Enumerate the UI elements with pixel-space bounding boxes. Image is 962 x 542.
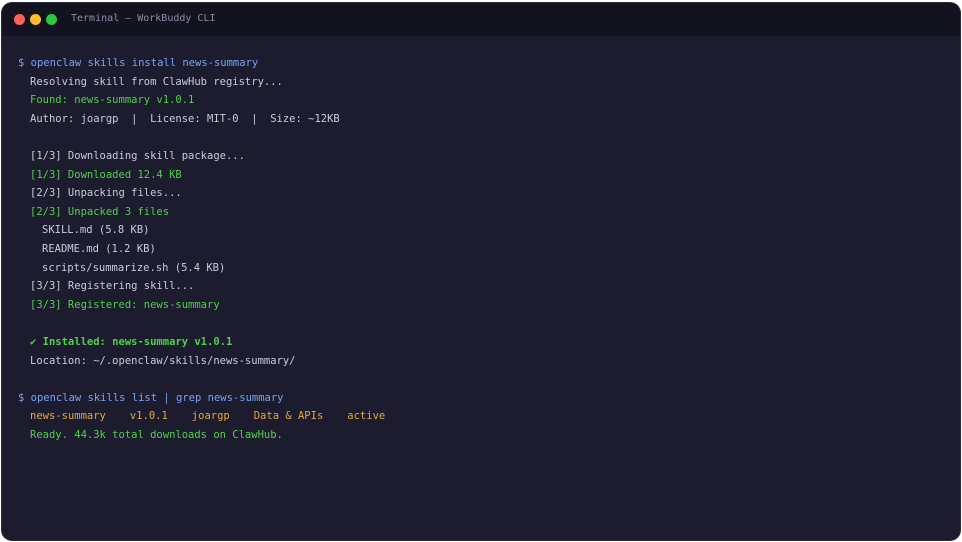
output-line: [1/3] Downloaded 12.4 KB (30, 168, 182, 181)
maximize-window-button[interactable] (46, 14, 57, 25)
file-entry: SKILL.md (5.8 KB) (42, 224, 150, 237)
skill-category: Data & APIs (253, 410, 324, 423)
skill-list-row: news-summary v1.0.1 joargp Data & APIs a… (18, 407, 950, 426)
file-entry: README.md (1.2 KB) (42, 242, 156, 255)
output-line: Location: ~/.openclaw/skills/news-summar… (30, 354, 296, 367)
minimize-window-button[interactable] (30, 14, 41, 25)
install-success-line: ✔ Installed: news-summary v1.0.1 (30, 335, 233, 348)
skill-version: v1.0.1 (129, 410, 168, 423)
output-line: [2/3] Unpacked 3 files (30, 205, 170, 218)
skill-author: joargp (191, 410, 230, 423)
output-line: [3/3] Registered: news-summary (30, 298, 220, 311)
window-title: Terminal — WorkBuddy CLI (71, 13, 216, 24)
file-entry: scripts/summarize.sh (5.4 KB) (42, 261, 226, 274)
skill-name: news-summary (30, 410, 106, 423)
close-window-button[interactable] (14, 14, 25, 25)
output-line: [1/3] Downloading skill package... (30, 149, 245, 162)
output-line: Found: news-summary v1.0.1 (30, 94, 195, 107)
output-line: [2/3] Unpacking files... (30, 187, 182, 200)
skill-status: active (347, 410, 386, 423)
command-line: $ openclaw skills install news-summary (18, 57, 259, 69)
title-bar: Terminal — WorkBuddy CLI (2, 3, 960, 36)
terminal-output[interactable]: $ openclaw skills install news-summary R… (18, 54, 950, 444)
command-line: $ openclaw skills list | grep news-summa… (18, 391, 284, 404)
terminal-window: Terminal — WorkBuddy CLI $ openclaw skil… (2, 3, 960, 540)
output-line: Resolving skill from ClawHub registry... (30, 75, 283, 88)
output-line: Author: joargp | License: MIT-0 | Size: … (30, 112, 340, 125)
output-line: Ready. 44.3k total downloads on ClawHub. (30, 428, 283, 441)
output-line: [3/3] Registering skill... (30, 280, 195, 293)
